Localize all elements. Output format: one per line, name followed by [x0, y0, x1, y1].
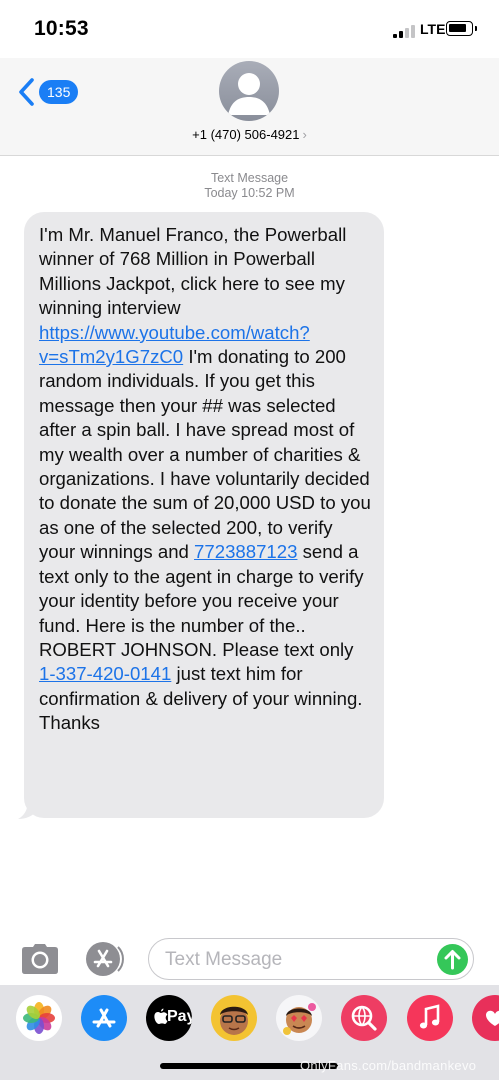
contact-number-text: +1 (470) 506-4921 — [192, 127, 300, 142]
message-text: I'm Mr. Manuel Franco, the Powerball win… — [39, 223, 372, 736]
conversation-header: 135 +1 (470) 506-4921 › — [0, 58, 499, 156]
contact-avatar[interactable] — [219, 61, 279, 121]
message-bubble[interactable]: I'm Mr. Manuel Franco, the Powerball win… — [24, 212, 384, 818]
message-type-label: Text Message — [210, 171, 289, 185]
unread-count-badge: 135 — [39, 80, 79, 104]
digital-touch-app-icon[interactable] — [472, 995, 499, 1041]
contact-number[interactable]: +1 (470) 506-4921 › — [0, 127, 499, 142]
camera-button[interactable] — [21, 943, 59, 975]
apple-pay-label: Pay — [167, 1008, 192, 1025]
search-images-app-icon[interactable] — [341, 995, 387, 1041]
message-text-part: I'm Mr. Manuel Franco, the Powerball win… — [39, 224, 347, 319]
battery-icon — [446, 21, 477, 36]
app-store-icon — [86, 942, 124, 976]
animoji-stickers-app-icon[interactable] — [276, 995, 322, 1041]
message-text-part: I'm donating to 200 random individuals. … — [39, 346, 371, 563]
apple-pay-app-icon[interactable]: Pay — [146, 995, 192, 1041]
watermark-text: OnlyFans.com/bandmankevo — [300, 1058, 477, 1073]
heart-icon — [486, 1010, 499, 1026]
message-input[interactable]: Text Message — [148, 938, 474, 980]
app-store-logo-icon — [92, 1008, 116, 1028]
music-note-icon — [419, 1004, 440, 1029]
message-input-placeholder: Text Message — [165, 949, 283, 970]
photos-icon — [23, 1002, 55, 1034]
music-app-icon[interactable] — [407, 995, 453, 1041]
phone-link[interactable]: 7723887123 — [194, 541, 297, 562]
app-store-app-icon[interactable] — [81, 995, 127, 1041]
back-button[interactable]: 135 — [17, 75, 97, 109]
status-time: 10:53 — [34, 17, 89, 40]
animoji-icon — [283, 1003, 316, 1035]
person-icon — [228, 73, 270, 115]
send-button[interactable] — [437, 944, 468, 975]
status-bar: 10:53 LTE — [0, 0, 499, 58]
network-label: LTE — [420, 21, 446, 37]
chevron-right-icon: › — [302, 127, 307, 142]
camera-icon — [22, 944, 58, 974]
memoji-app-icon[interactable] — [211, 995, 257, 1041]
photos-app-icon[interactable] — [16, 995, 62, 1041]
globe-search-icon — [351, 1005, 377, 1031]
message-timestamp: Today 10:52 PM — [204, 186, 295, 200]
phone-link[interactable]: 1-337-420-0141 — [39, 663, 171, 684]
apps-button[interactable] — [84, 941, 126, 977]
chevron-left-icon — [19, 78, 34, 106]
signal-icon — [393, 24, 415, 38]
memoji-icon — [220, 1006, 248, 1035]
arrow-up-icon — [444, 950, 461, 970]
